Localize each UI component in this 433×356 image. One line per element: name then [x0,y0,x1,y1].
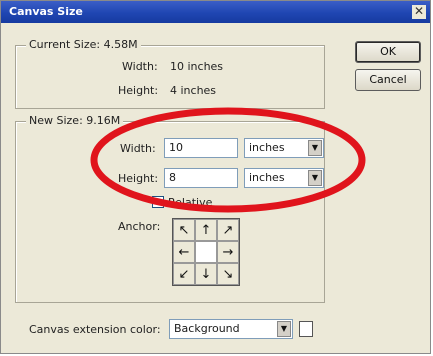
anchor-top-right-icon[interactable]: ↗ [217,219,239,241]
new-size-legend: New Size: 9.16M [26,114,124,127]
cancel-button[interactable]: Cancel [355,69,421,91]
current-height-label: Height: [118,84,159,97]
anchor-label: Anchor: [118,220,161,233]
current-size-group: Current Size: 4.58M Width: 10 inches Hei… [15,38,325,109]
chevron-down-icon[interactable]: ▼ [308,170,322,186]
chevron-down-icon[interactable]: ▼ [308,140,322,156]
height-unit-value: inches [249,171,285,184]
current-height-value: 4 inches [170,84,217,97]
window-title: Canvas Size [9,5,83,18]
height-input[interactable]: 8 [164,168,238,188]
anchor-top-left-icon[interactable]: ↖ [173,219,195,241]
extension-color-select[interactable]: Background ▼ [169,319,293,339]
new-width-label: Width: [120,142,156,155]
new-height-label: Height: [118,172,159,185]
anchor-left-icon[interactable]: ← [173,241,195,263]
anchor-grid: ↖ ↑ ↗ ← → ↙ ↓ ↘ [172,218,240,286]
extension-color-swatch[interactable] [299,321,313,337]
width-input[interactable]: 10 [164,138,238,158]
title-bar: Canvas Size [1,1,430,23]
anchor-bottom-left-icon[interactable]: ↙ [173,263,195,285]
anchor-bottom-right-icon[interactable]: ↘ [217,263,239,285]
anchor-right-icon[interactable]: → [217,241,239,263]
anchor-bottom-icon[interactable]: ↓ [195,263,217,285]
canvas-size-dialog: Canvas Size ✕ Current Size: 4.58M Width:… [0,0,431,354]
height-unit-select[interactable]: inches ▼ [244,168,324,188]
ok-button[interactable]: OK [355,41,421,63]
current-width-label: Width: [122,60,158,73]
new-size-group: New Size: 9.16M Width: 10 inches ▼ Heigh… [15,114,325,303]
anchor-top-icon[interactable]: ↑ [195,219,217,241]
relative-checkbox[interactable] [152,196,164,208]
chevron-down-icon[interactable]: ▼ [277,321,291,337]
width-unit-select[interactable]: inches ▼ [244,138,324,158]
relative-label: Relative [168,196,213,209]
extension-color-label: Canvas extension color: [29,323,161,336]
anchor-center-cell[interactable] [195,241,217,263]
extension-color-value: Background [174,322,240,335]
close-icon[interactable]: ✕ [412,5,426,19]
current-width-value: 10 inches [170,60,224,73]
width-unit-value: inches [249,141,285,154]
current-size-legend: Current Size: 4.58M [26,38,141,51]
